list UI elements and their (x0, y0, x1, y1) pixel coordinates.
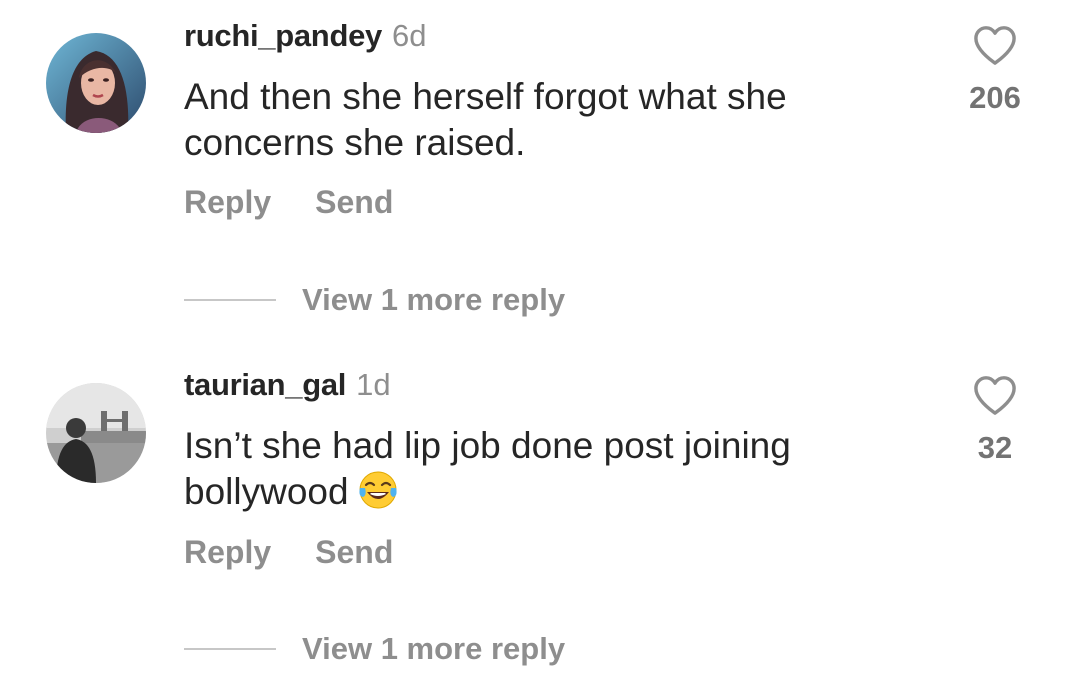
view-more-label: View 1 more reply (302, 281, 566, 317)
send-button[interactable]: Send (315, 184, 393, 220)
divider-line (184, 647, 276, 650)
tears-of-joy-emoji-icon (357, 470, 399, 521)
like-group: 206 (960, 24, 1030, 116)
comment-text-content: Isn’t she had lip job done post joining … (184, 425, 791, 512)
username[interactable]: ruchi_pandey (184, 18, 382, 53)
view-more-replies[interactable]: View 1 more reply (184, 280, 565, 320)
like-group: 32 (960, 374, 1030, 466)
like-count: 206 (969, 80, 1021, 115)
comment-header: taurian_gal 1d (184, 367, 391, 403)
comment-text: And then she herself forgot what she con… (184, 76, 787, 163)
avatar-city-bridge-photo-icon (46, 383, 146, 483)
avatar[interactable] (46, 33, 146, 133)
reply-button[interactable]: Reply (184, 184, 271, 220)
heart-outline-icon[interactable] (972, 374, 1018, 416)
view-more-replies[interactable]: View 1 more reply (184, 629, 565, 669)
divider-line (184, 298, 276, 301)
avatar-woman-portrait-icon (46, 33, 146, 133)
timestamp: 1d (356, 367, 391, 402)
heart-outline-icon[interactable] (972, 24, 1018, 66)
comment-text: Isn’t she had lip job done post joining … (184, 423, 884, 521)
view-more-label: View 1 more reply (302, 630, 566, 666)
like-count: 32 (977, 430, 1013, 465)
comment-header: ruchi_pandey 6d (184, 18, 426, 54)
send-button[interactable]: Send (315, 534, 393, 570)
comment-actions: Reply Send (184, 183, 393, 221)
avatar[interactable] (46, 383, 146, 483)
reply-button[interactable]: Reply (184, 534, 271, 570)
username[interactable]: taurian_gal (184, 367, 346, 402)
timestamp: 6d (391, 18, 427, 53)
comment-actions: Reply Send (184, 533, 393, 571)
